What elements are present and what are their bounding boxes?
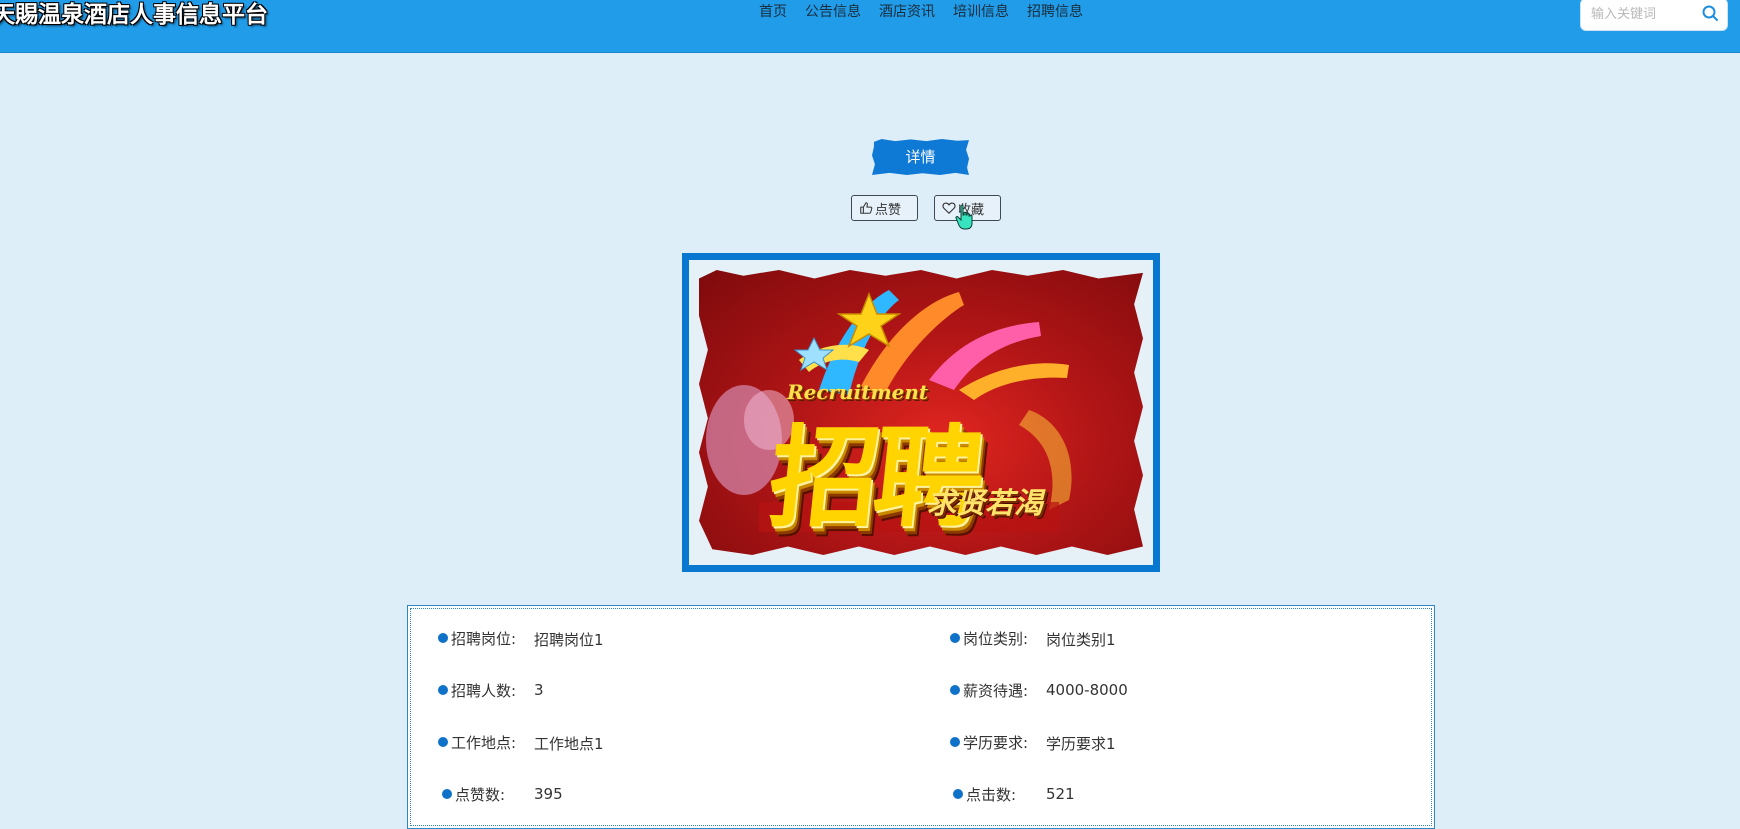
bullet-dot <box>438 633 448 643</box>
heart-icon <box>942 202 956 215</box>
clicks-label: 点击数: <box>966 785 1017 804</box>
recruitment-poster-image: Recruitment 招聘 求贤若渴 <box>699 270 1143 555</box>
info-category-row: 岗位类别: <box>950 628 1028 648</box>
info-education-row: 学历要求: <box>950 732 1028 752</box>
bullet-dot <box>438 685 448 695</box>
job-image-frame: Recruitment 招聘 求贤若渴 <box>682 253 1160 572</box>
bullet-dot <box>950 685 960 695</box>
thumbs-up-icon <box>860 202 873 214</box>
nav-item-recruitment[interactable]: 招聘信息 <box>1018 0 1092 24</box>
education-value: 学历要求1 <box>1046 735 1116 753</box>
position-value: 招聘岗位1 <box>534 631 604 649</box>
clicks-value: 521 <box>1046 785 1075 803</box>
category-label: 岗位类别: <box>963 629 1029 648</box>
location-value: 工作地点1 <box>534 735 604 753</box>
poster-chinese-text: 招聘 <box>763 413 985 542</box>
site-title: 天賜温泉酒店人事信息平台 <box>0 2 268 28</box>
nav-item-announcements[interactable]: 公告信息 <box>796 0 870 24</box>
search-box <box>1580 0 1728 31</box>
salary-value: 4000-8000 <box>1046 681 1128 699</box>
salary-label: 薪资待遇: <box>963 681 1029 700</box>
location-label: 工作地点: <box>451 733 517 752</box>
info-location-row: 工作地点: <box>438 732 516 752</box>
education-label: 学历要求: <box>963 733 1029 752</box>
top-navigation-bar: 天賜温泉酒店人事信息平台 首页 公告信息 酒店资讯 培训信息 招聘信息 <box>0 0 1740 52</box>
info-headcount-row: 招聘人数: <box>438 680 516 700</box>
nav-item-training[interactable]: 培训信息 <box>944 0 1018 24</box>
headcount-label: 招聘人数: <box>451 681 517 700</box>
likes-label: 点赞数: <box>455 785 506 804</box>
nav-item-home[interactable]: 首页 <box>750 0 796 24</box>
like-button-label: 点赞 <box>875 202 902 218</box>
main-nav: 首页 公告信息 酒店资讯 培训信息 招聘信息 <box>750 0 1092 24</box>
hand-pointer-cursor-icon <box>955 204 973 230</box>
info-clicks-row: 点击数: <box>953 784 1016 804</box>
bullet-dot <box>953 789 963 799</box>
like-button[interactable]: 点赞 <box>851 195 918 221</box>
position-label: 招聘岗位: <box>451 629 517 648</box>
search-input[interactable] <box>1589 3 1701 25</box>
bullet-dot <box>950 633 960 643</box>
job-info-panel: 招聘岗位: 招聘岗位1 岗位类别: 岗位类别1 招聘人数: 3 薪资待遇: 40… <box>407 605 1435 829</box>
likes-value: 395 <box>534 785 563 803</box>
search-icon[interactable] <box>1701 4 1719 22</box>
detail-heading-tag: 详情 <box>872 139 969 175</box>
info-salary-row: 薪资待遇: <box>950 680 1028 700</box>
bullet-dot <box>442 789 452 799</box>
nav-item-hotel-news[interactable]: 酒店资讯 <box>870 0 944 24</box>
bullet-dot <box>950 737 960 747</box>
info-likes-row: 点赞数: <box>442 784 505 804</box>
poster-subtitle: 求贤若渴 <box>927 486 1044 520</box>
bullet-dot <box>438 737 448 747</box>
category-value: 岗位类别1 <box>1046 631 1116 649</box>
headcount-value: 3 <box>534 681 544 699</box>
info-position-row: 招聘岗位: <box>438 628 516 648</box>
job-image-mat: Recruitment 招聘 求贤若渴 <box>689 260 1153 565</box>
